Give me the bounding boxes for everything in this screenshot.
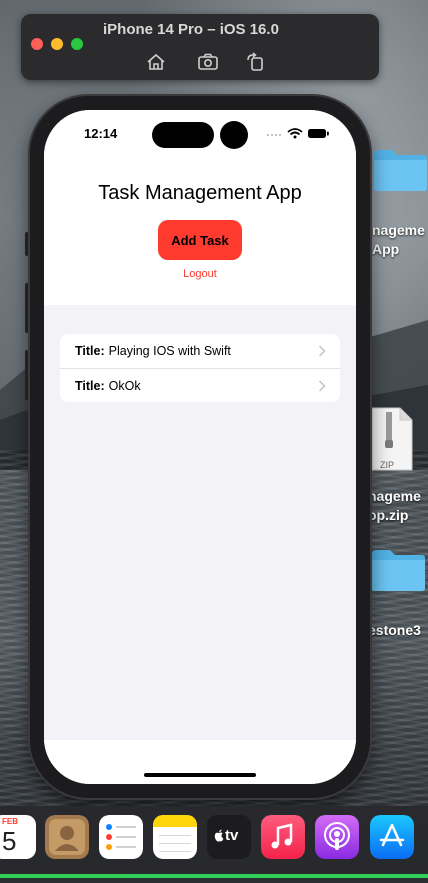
task-title-value: Playing IOS with Swift bbox=[108, 344, 231, 358]
status-time: 12:14 bbox=[84, 126, 118, 141]
task-row[interactable]: Title: OkOk bbox=[60, 368, 340, 402]
folder-icon[interactable] bbox=[372, 148, 428, 192]
signal-icon bbox=[267, 134, 281, 136]
apple-tv-icon[interactable]: tv bbox=[207, 815, 251, 859]
battery-icon bbox=[308, 129, 329, 138]
zip-badge: ZIP bbox=[380, 460, 395, 470]
add-task-button[interactable]: Add Task bbox=[158, 220, 242, 260]
task-row[interactable]: Title: Playing IOS with Swift bbox=[60, 334, 340, 368]
wifi-icon bbox=[287, 128, 303, 139]
podcasts-icon[interactable] bbox=[315, 815, 359, 859]
iphone-frame: 12:14 Task Management App Add Task Logou… bbox=[30, 96, 370, 798]
rotate-icon[interactable] bbox=[245, 52, 267, 72]
zoom-window-button[interactable] bbox=[71, 38, 83, 50]
dock-bottom-strip bbox=[0, 874, 428, 878]
calendar-month: FEB bbox=[2, 817, 18, 826]
desktop-zip-label: nageme bbox=[368, 488, 421, 504]
home-indicator[interactable] bbox=[144, 773, 256, 777]
reminders-icon[interactable] bbox=[99, 815, 143, 859]
minimize-window-button[interactable] bbox=[51, 38, 63, 50]
iphone-screen: 12:14 Task Management App Add Task Logou… bbox=[44, 110, 356, 784]
chevron-right-icon bbox=[318, 345, 326, 357]
logout-link[interactable]: Logout bbox=[44, 268, 356, 280]
screenshot-icon[interactable] bbox=[197, 52, 219, 72]
task-title-label: Title: bbox=[75, 378, 105, 393]
desktop-folder-label: estone3 bbox=[368, 622, 421, 638]
camera-cutout bbox=[220, 121, 248, 149]
bottom-area bbox=[44, 740, 356, 784]
calendar-day: 5 bbox=[2, 826, 17, 856]
desktop-zip-label: op.zip bbox=[368, 507, 409, 523]
music-icon[interactable] bbox=[261, 815, 305, 859]
app-store-icon[interactable] bbox=[370, 815, 414, 859]
home-icon[interactable] bbox=[145, 52, 167, 72]
simulator-toolbar: iPhone 14 Pro – iOS 16.0 bbox=[21, 14, 379, 80]
desktop-folder-label: App bbox=[372, 241, 400, 257]
task-title-value: OkOk bbox=[108, 378, 141, 393]
contacts-icon[interactable] bbox=[45, 815, 89, 859]
desktop-folder-label: nageme bbox=[372, 222, 425, 238]
task-title-label: Title: bbox=[75, 344, 105, 358]
tv-label: tv bbox=[225, 827, 239, 844]
task-list: Title: Playing IOS with Swift Title: OkO… bbox=[60, 334, 340, 402]
close-window-button[interactable] bbox=[31, 38, 43, 50]
app-title: Task Management App bbox=[98, 182, 302, 204]
calendar-icon[interactable]: FEB 5 bbox=[0, 815, 36, 859]
simulator-title: iPhone 14 Pro – iOS 16.0 bbox=[103, 21, 279, 38]
notes-icon[interactable] bbox=[153, 815, 197, 859]
status-icons bbox=[267, 128, 329, 139]
apple-logo-icon bbox=[214, 829, 224, 842]
chevron-right-icon bbox=[318, 380, 326, 392]
dynamic-island bbox=[152, 122, 214, 148]
folder-icon[interactable] bbox=[370, 548, 426, 592]
